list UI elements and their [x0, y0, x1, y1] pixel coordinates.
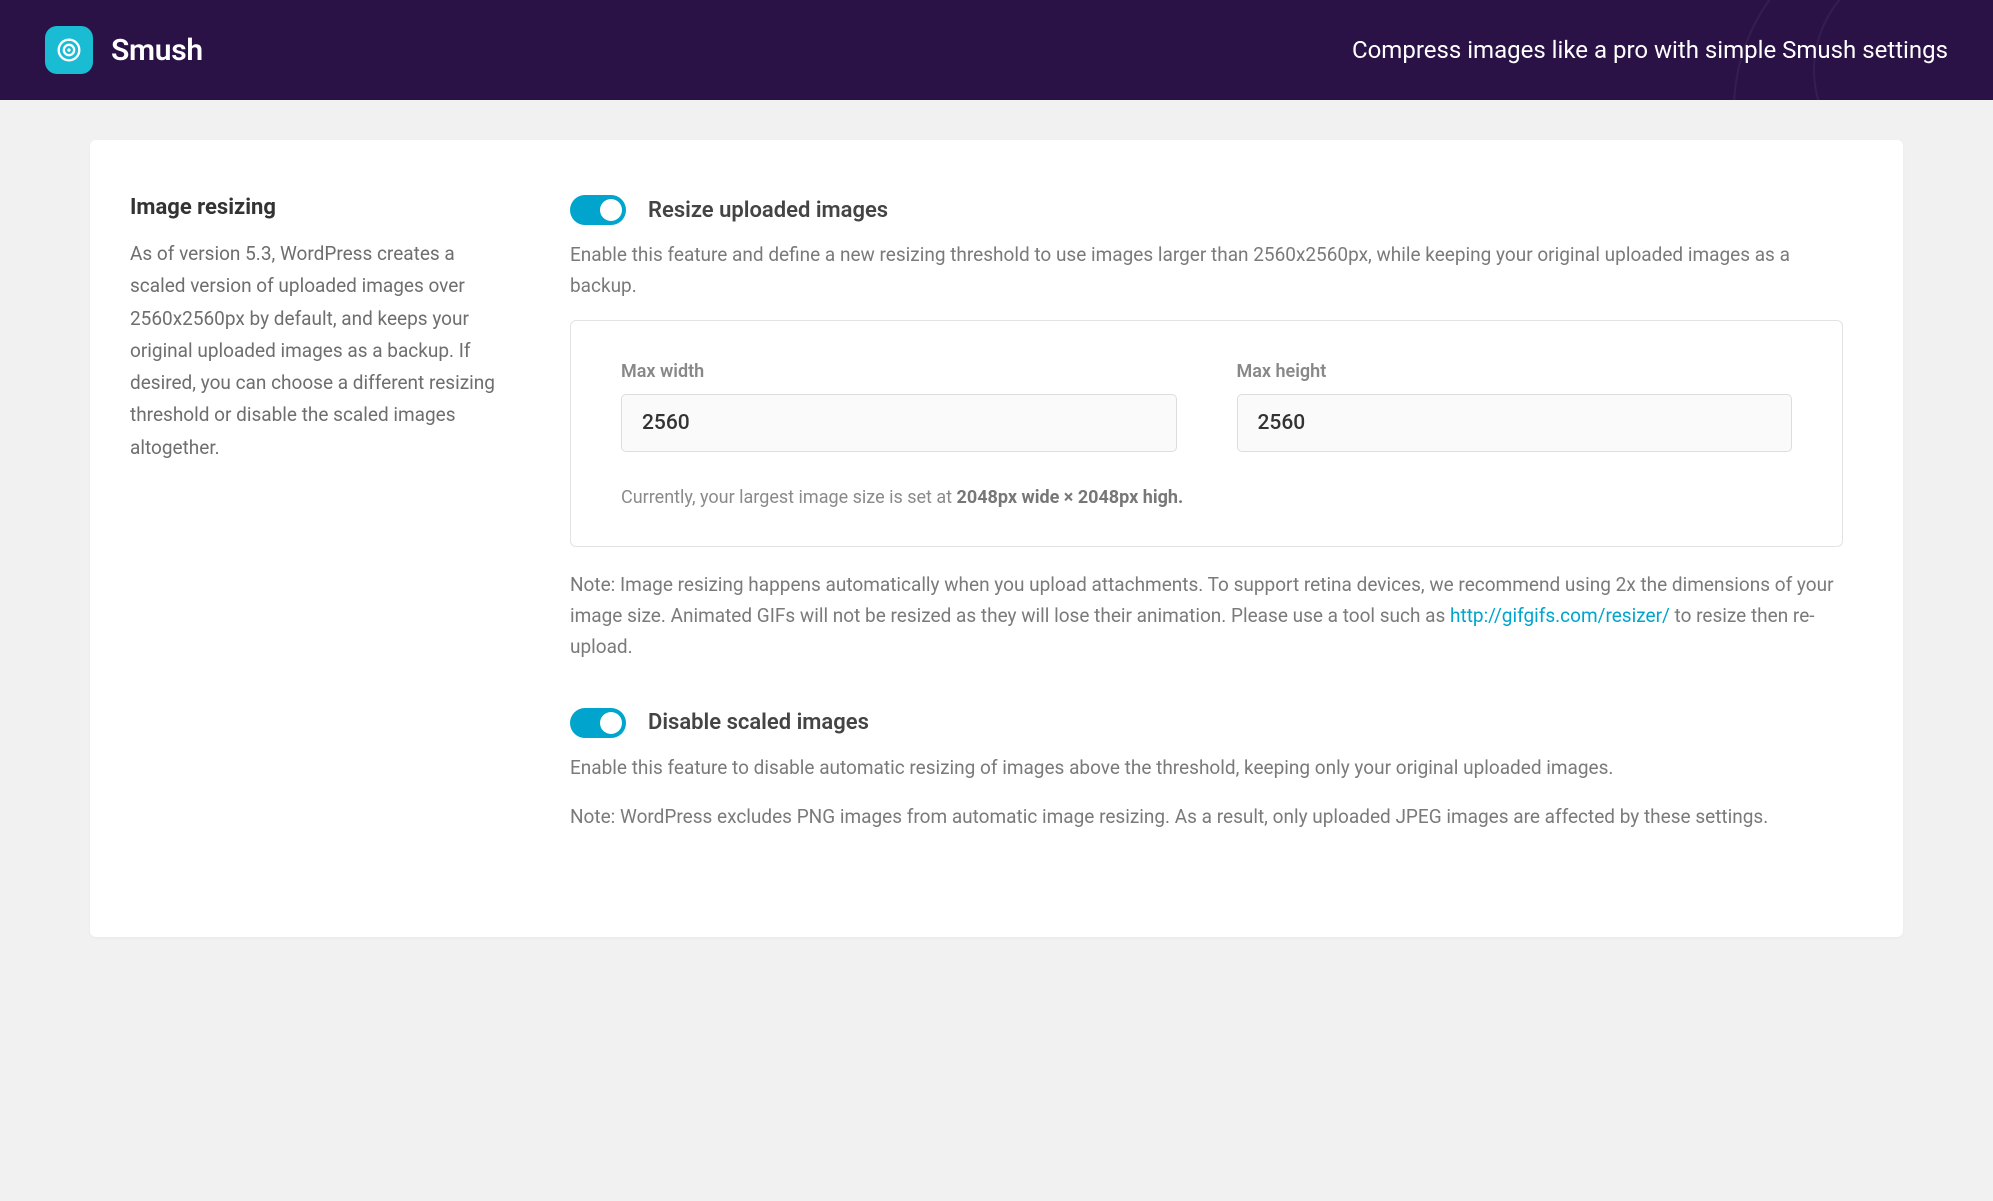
disable-scaled-description: Enable this feature to disable automatic… [570, 752, 1843, 783]
gif-resizer-link[interactable]: http://gifgifs.com/resizer/ [1450, 604, 1670, 627]
settings-panel: Image resizing As of version 5.3, WordPr… [90, 140, 1903, 937]
max-height-label: Max height [1237, 361, 1793, 382]
max-width-input[interactable] [621, 394, 1177, 452]
dimensions-box: Max width Max height Currently, your lar… [570, 320, 1843, 547]
current-size-note: Currently, your largest image size is se… [621, 487, 1792, 508]
disable-scaled-toggle[interactable] [570, 708, 626, 738]
header-decoration [1813, 0, 1993, 100]
section-intro: Image resizing As of version 5.3, WordPr… [130, 195, 500, 877]
smush-logo-icon [45, 26, 93, 74]
disable-scaled-title: Disable scaled images [648, 710, 869, 735]
resize-note: Note: Image resizing happens automatical… [570, 569, 1843, 663]
app-header: Smush Compress images like a pro with si… [0, 0, 1993, 100]
resize-setting: Resize uploaded images Enable this featu… [570, 195, 1843, 663]
app-name: Smush [111, 33, 203, 68]
resize-toggle[interactable] [570, 195, 626, 225]
max-height-input[interactable] [1237, 394, 1793, 452]
header-left: Smush [45, 26, 203, 74]
disable-scaled-note: Note: WordPress excludes PNG images from… [570, 801, 1843, 832]
section-description: As of version 5.3, WordPress creates a s… [130, 238, 500, 464]
section-title: Image resizing [130, 195, 500, 220]
resize-description: Enable this feature and define a new res… [570, 239, 1843, 302]
disable-scaled-setting: Disable scaled images Enable this featur… [570, 708, 1843, 833]
settings-controls: Resize uploaded images Enable this featu… [570, 195, 1843, 877]
max-width-label: Max width [621, 361, 1177, 382]
resize-title: Resize uploaded images [648, 198, 888, 223]
